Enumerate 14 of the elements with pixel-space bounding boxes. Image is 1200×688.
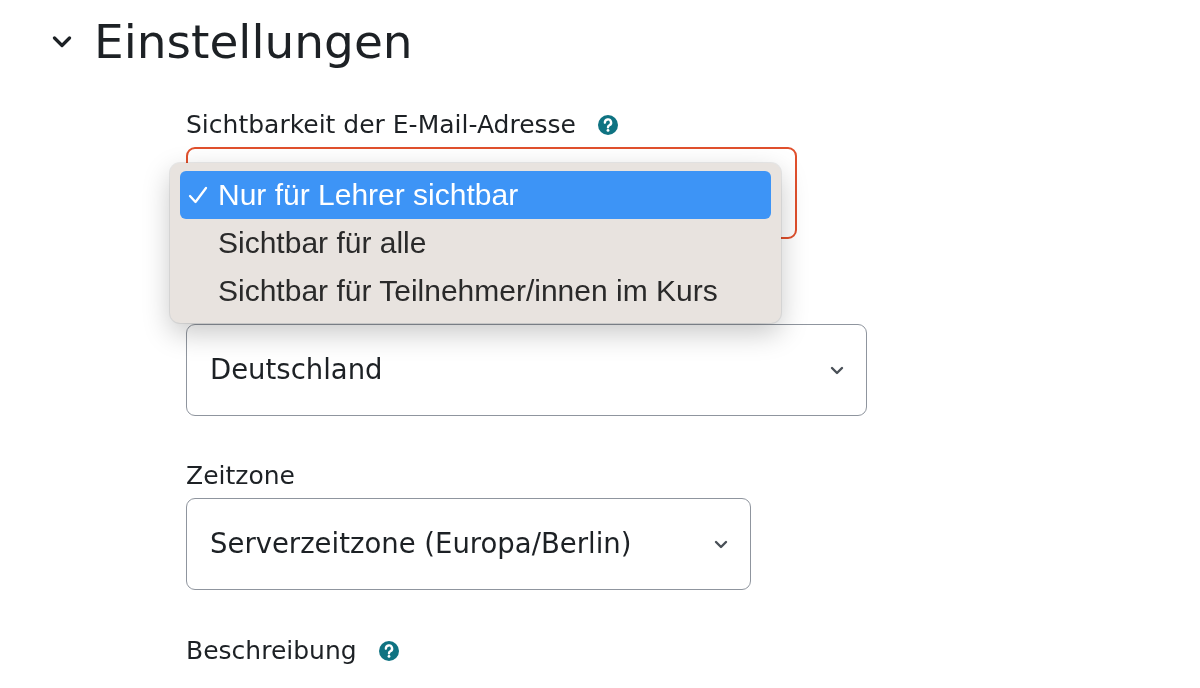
help-icon[interactable] <box>597 115 618 135</box>
help-icon[interactable] <box>378 641 399 661</box>
field-label: Zeitzone <box>186 461 295 491</box>
menu-option[interactable]: Sichtbar für Teilnehmer/innen im Kurs <box>180 267 771 315</box>
select-field[interactable]: Deutschland <box>186 324 867 416</box>
chevron-icon <box>714 539 728 549</box>
field-label: Sichtbarkeit der E-Mail-Adresse <box>186 110 576 140</box>
chevron-icon[interactable] <box>52 36 72 48</box>
checkmark-icon <box>188 186 208 204</box>
select-field[interactable]: Serverzeitzone (Europa/Berlin) <box>186 498 751 590</box>
menu-option[interactable]: Sichtbar für alle <box>180 219 771 267</box>
section-heading: Einstellungen <box>94 14 413 70</box>
chevron-icon <box>830 365 844 375</box>
field-label: Beschreibung <box>186 636 357 666</box>
